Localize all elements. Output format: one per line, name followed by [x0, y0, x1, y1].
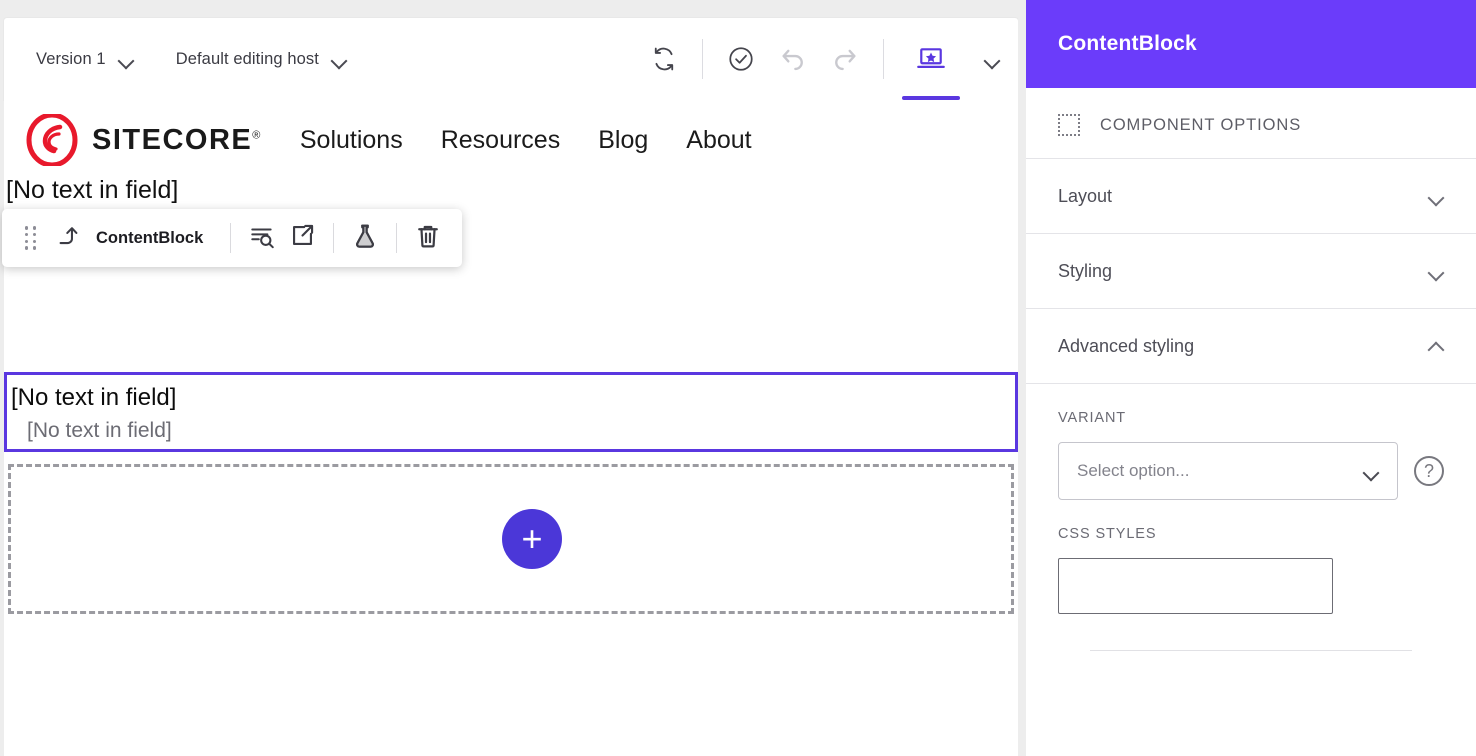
component-toolbar-divider: [230, 223, 231, 253]
accordion-styling[interactable]: Styling: [1026, 234, 1476, 309]
accordion-advanced-styling[interactable]: Advanced styling: [1026, 309, 1476, 384]
obscured-field-text: [No text in field]: [4, 176, 1018, 205]
variant-select[interactable]: Select option...: [1058, 442, 1398, 500]
panel-title: ContentBlock: [1058, 32, 1197, 56]
component-heading-field[interactable]: [No text in field]: [11, 385, 1015, 411]
help-circle-icon[interactable]: ?: [1414, 456, 1444, 486]
editing-host-selector[interactable]: Default editing host: [166, 18, 357, 100]
publish-button[interactable]: [715, 18, 767, 100]
brand-logo[interactable]: SITECORE®: [26, 114, 262, 166]
site-nav-links: Solutions Resources Blog About: [300, 126, 752, 155]
refresh-button[interactable]: [638, 18, 690, 100]
plus-icon: +: [521, 521, 542, 557]
accordion-layout-label: Layout: [1058, 186, 1112, 207]
undo-button[interactable]: [767, 18, 819, 100]
chevron-up-icon: [1428, 338, 1444, 354]
accordion-styling-label: Styling: [1058, 261, 1112, 282]
accordion-layout[interactable]: Layout: [1026, 159, 1476, 234]
empty-placeholder-zone[interactable]: +: [8, 464, 1014, 614]
accordion-advanced-styling-label: Advanced styling: [1058, 336, 1194, 357]
dotted-square-placeholder-icon: [1058, 114, 1080, 136]
refresh-icon: [651, 46, 677, 72]
ab-test-flask-icon: [351, 222, 379, 255]
chevron-down-icon: [331, 51, 347, 67]
nav-link-solutions[interactable]: Solutions: [300, 126, 403, 155]
site-header: SITECORE® Solutions Resources Blog About: [4, 100, 1018, 180]
chevron-down-icon: [118, 51, 134, 67]
undo-icon: [779, 45, 807, 73]
redo-button[interactable]: [819, 18, 871, 100]
chevron-down-icon: [1428, 188, 1444, 204]
add-component-button[interactable]: +: [502, 509, 562, 569]
component-options-header: COMPONENT OPTIONS: [1026, 88, 1476, 158]
advanced-styling-body: VARIANT Select option... ? CSS STYLES: [1026, 384, 1476, 651]
nav-link-blog[interactable]: Blog: [598, 126, 648, 155]
drag-dots-icon: [25, 226, 37, 249]
css-styles-input[interactable]: [1058, 558, 1333, 614]
variant-select-value: Select option...: [1077, 461, 1189, 481]
editor-toolbar: Version 1 Default editing host: [4, 18, 1018, 100]
go-to-parent-arrow-icon: [53, 223, 79, 254]
check-circle-icon: [727, 45, 755, 73]
variant-label: VARIANT: [1058, 410, 1444, 426]
more-options-button[interactable]: [966, 18, 1018, 100]
panel-section-divider: [1090, 650, 1412, 651]
properties-panel: ContentBlock COMPONENT OPTIONS Layout St…: [1026, 0, 1476, 756]
chevron-down-icon: [984, 51, 1000, 67]
toolbar-divider: [702, 39, 703, 79]
personalize-button[interactable]: [896, 18, 966, 100]
window-top-strip: [0, 0, 1018, 18]
css-styles-label: CSS STYLES: [1058, 526, 1444, 542]
ab-test-button[interactable]: [345, 218, 385, 258]
variant-row: Select option... ?: [1058, 442, 1444, 500]
brand-name: SITECORE®: [92, 124, 262, 157]
editor-column: Version 1 Default editing host: [0, 0, 1018, 756]
options-accordion: Layout Styling Advanced styling VARIANT …: [1026, 158, 1476, 651]
component-floating-toolbar: ContentBlock: [2, 209, 462, 267]
delete-trash-icon: [414, 222, 442, 255]
version-selector[interactable]: Version 1: [26, 18, 144, 100]
panel-gutter: [1018, 0, 1026, 756]
toolbar-actions: [638, 18, 1018, 100]
component-toolbar-divider: [396, 223, 397, 253]
chevron-down-icon: [1428, 263, 1444, 279]
drag-handle-icon[interactable]: [16, 221, 46, 255]
open-in-new-window-icon: [289, 222, 316, 254]
component-body-field[interactable]: [No text in field]: [11, 419, 1015, 443]
component-options-label: COMPONENT OPTIONS: [1100, 116, 1301, 135]
trademark-symbol: ®: [252, 129, 262, 141]
chevron-down-icon: [1363, 463, 1379, 479]
details-search-icon: [248, 222, 276, 255]
open-in-new-window-button[interactable]: [282, 218, 322, 258]
editor-app: Version 1 Default editing host: [0, 0, 1476, 756]
personalize-laptop-star-icon: [914, 42, 948, 76]
delete-component-button[interactable]: [408, 218, 448, 258]
version-selector-label: Version 1: [36, 50, 106, 69]
redo-icon: [831, 45, 859, 73]
nav-link-resources[interactable]: Resources: [441, 126, 561, 155]
page-canvas: SITECORE® Solutions Resources Blog About…: [4, 100, 1018, 756]
panel-header: ContentBlock: [1026, 0, 1476, 88]
toolbar-divider: [883, 39, 884, 79]
go-to-parent-button[interactable]: [46, 218, 86, 258]
component-name-label: ContentBlock: [86, 229, 219, 248]
component-details-button[interactable]: [242, 218, 282, 258]
selected-component-contentblock[interactable]: [No text in field] [No text in field]: [4, 372, 1018, 452]
nav-link-about[interactable]: About: [686, 126, 751, 155]
sitecore-logo-icon: [26, 114, 78, 166]
component-toolbar-divider: [333, 223, 334, 253]
editing-host-selector-label: Default editing host: [176, 50, 319, 69]
